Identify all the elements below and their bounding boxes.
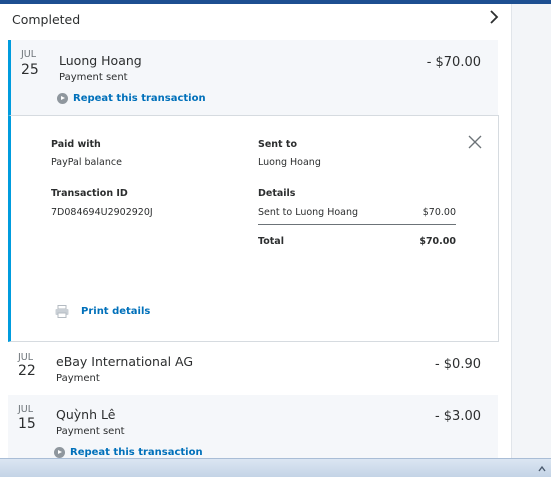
transaction-id-label: Transaction ID: [51, 188, 128, 199]
transaction-day: 15: [18, 416, 36, 432]
transaction-day: 25: [21, 62, 39, 78]
line-item-amount: $70.00: [422, 207, 456, 218]
completed-section-header[interactable]: Completed: [0, 4, 511, 37]
transaction-name: Luong Hoang: [59, 53, 142, 68]
repeat-transaction-link[interactable]: Repeat this transaction: [57, 91, 206, 105]
transaction-month: JUL: [18, 352, 34, 363]
transaction-amount: - $0.90: [434, 357, 481, 372]
section-title: Completed: [12, 12, 81, 27]
transaction-name: Quỳnh Lê: [56, 407, 116, 422]
right-gutter: [511, 4, 551, 458]
transaction-amount: - $3.00: [434, 409, 481, 424]
sent-to-label: Sent to: [258, 139, 297, 150]
transaction-month: JUL: [18, 404, 34, 415]
line-item-row: Sent to Luong Hoang $70.00: [258, 207, 456, 218]
repeat-transaction-link[interactable]: Repeat this transaction: [54, 445, 203, 459]
transaction-type: Payment sent: [56, 426, 125, 437]
transaction-id-value: 7D084694U2902920J: [51, 207, 153, 218]
close-icon[interactable]: [467, 134, 483, 150]
line-item-label: Sent to Luong Hoang: [258, 207, 359, 218]
repeat-transaction-label: Repeat this transaction: [70, 446, 203, 458]
transaction-month: JUL: [21, 49, 37, 60]
paid-with-label: Paid with: [51, 139, 101, 150]
transaction-row[interactable]: JUL 25 Luong Hoang Payment sent - $70.00…: [8, 40, 498, 115]
sent-to-value: Luong Hoang: [258, 157, 321, 168]
repeat-transaction-label: Repeat this transaction: [73, 92, 206, 104]
total-row: Total $70.00: [258, 236, 456, 247]
total-label: Total: [258, 236, 284, 247]
transaction-type: Payment: [56, 373, 100, 384]
transaction-name: eBay International AG: [56, 354, 194, 369]
transaction-type: Payment sent: [59, 72, 128, 83]
print-details-link[interactable]: Print details: [81, 306, 150, 317]
transaction-amount: - $70.00: [426, 55, 481, 70]
transaction-day: 22: [18, 363, 36, 379]
chevron-up-icon[interactable]: [538, 465, 546, 473]
paid-with-value: PayPal balance: [51, 157, 122, 168]
chevron-right-icon[interactable]: [487, 9, 501, 25]
repeat-icon: [54, 446, 65, 458]
transaction-details-panel: Paid with PayPal balance Transaction ID …: [8, 115, 499, 342]
printer-icon[interactable]: [55, 305, 69, 318]
details-label: Details: [258, 188, 296, 199]
details-divider: [258, 224, 456, 225]
total-amount: $70.00: [419, 236, 456, 247]
transaction-row[interactable]: JUL 22 eBay International AG Payment - $…: [8, 343, 498, 393]
taskbar: [0, 458, 551, 477]
repeat-icon: [57, 92, 68, 104]
transaction-row[interactable]: JUL 15 Quỳnh Lê Payment sent - $3.00 Rep…: [8, 395, 498, 458]
